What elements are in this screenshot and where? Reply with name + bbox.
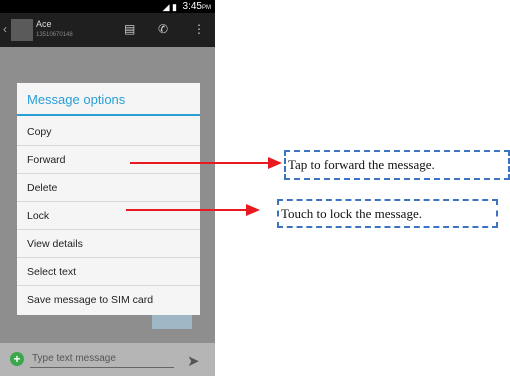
lock-callout: Touch to lock the message. [277,199,498,228]
forward-arrow [130,157,282,169]
forward-callout: Tap to forward the message. [284,150,510,180]
lock-arrow [126,204,260,216]
annotation-arrows [126,157,282,216]
